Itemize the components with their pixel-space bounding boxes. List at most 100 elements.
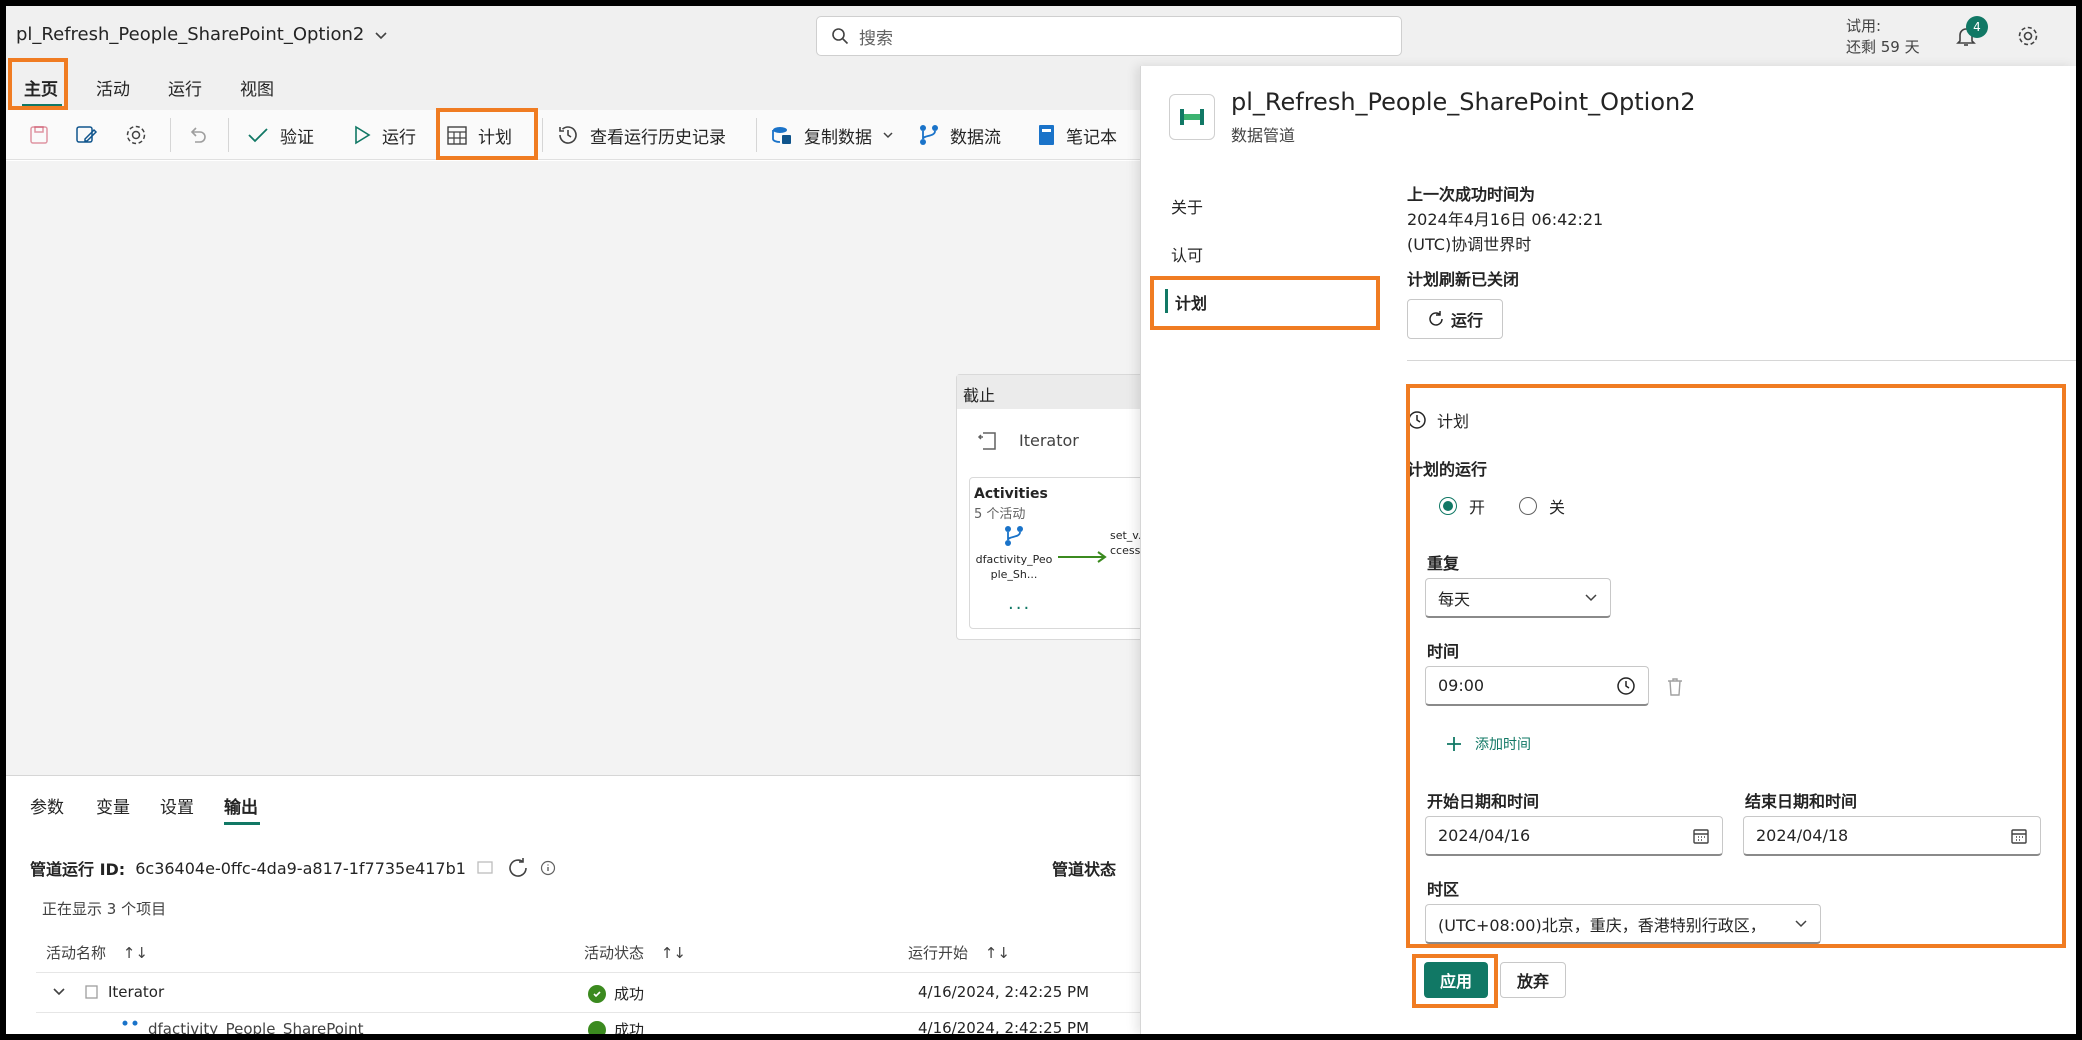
dataflow-icon — [920, 125, 938, 145]
sort-icon[interactable]: ↑↓ — [123, 944, 148, 962]
validate-button[interactable]: 验证 — [246, 120, 314, 150]
pipeline-status-label: 管道状态 — [1052, 860, 1117, 879]
toolbar-divider — [170, 118, 171, 152]
highlight-home-tab — [8, 58, 68, 110]
activity-name: dfactivity_People_SharePoint — [148, 1020, 364, 1038]
table-row[interactable]: dfactivity_People_SharePoint 成功 4/16/202… — [36, 1012, 1140, 1040]
checkmark-icon — [248, 128, 268, 143]
view-run-history-button[interactable]: 查看运行历史记录 — [556, 120, 726, 150]
search-placeholder: 搜索 — [859, 28, 893, 49]
notebook-button[interactable]: 笔记本 — [1036, 120, 1117, 150]
output-pane: 参数 变量 设置 输出 管道运行 ID: 6c36404e-0ffc-4da9-… — [6, 775, 1140, 1039]
highlight-schedule-button — [436, 108, 538, 160]
more-activities[interactable]: ··· — [1008, 598, 1031, 619]
top-bar: pl_Refresh_People_SharePoint_Option2 搜索 … — [6, 6, 2076, 66]
toolbar-divider — [228, 118, 229, 152]
column-header-run-start[interactable]: 运行开始 ↑↓ — [908, 942, 1010, 963]
last-success-label: 上一次成功时间为 — [1407, 185, 1536, 204]
run-start-cell: 4/16/2024, 2:42:25 PM — [918, 983, 1090, 1001]
run-now-button[interactable]: 运行 — [1407, 299, 1503, 339]
settings-icon — [126, 125, 146, 145]
dataflow-button[interactable]: 数据流 — [918, 120, 1001, 150]
run-id-label: 管道运行 ID: — [30, 860, 126, 879]
node-header: 截止 — [957, 375, 1155, 409]
save-icon — [30, 126, 48, 144]
toolbar-divider — [542, 118, 543, 152]
notebook-icon — [1039, 125, 1054, 145]
items-count: 正在显示 3 个项目 — [42, 900, 167, 918]
copy-data-label: 复制数据 — [804, 127, 872, 148]
play-icon — [355, 125, 371, 145]
activity-name: Iterator — [108, 983, 165, 1001]
run-label: 运行 — [382, 127, 416, 148]
copy-data-icon — [772, 127, 791, 144]
section-divider — [1407, 360, 2077, 361]
pipeline-run-id: 管道运行 ID: 6c36404e-0ffc-4da9-a817-1f7735e… — [30, 856, 556, 880]
column-label: 活动状态 — [584, 944, 645, 962]
app-title-text: pl_Refresh_People_SharePoint_Option2 — [16, 24, 365, 45]
run-button[interactable]: 运行 — [352, 120, 416, 150]
panel-title: pl_Refresh_People_SharePoint_Option2 — [1231, 88, 1696, 116]
view-run-history-label: 查看运行历史记录 — [590, 127, 726, 148]
node-label: Iterator — [1019, 430, 1079, 450]
inner-activities-box[interactable]: Activities 5 个活动 dfactivity_People_Sh...… — [969, 477, 1157, 629]
table-row[interactable]: Iterator 成功 4/16/2024, 2:42:25 PM — [36, 972, 1140, 1012]
notebook-label: 笔记本 — [1066, 127, 1117, 148]
sort-icon[interactable]: ↑↓ — [985, 944, 1010, 962]
highlight-schedule-form — [1406, 384, 2066, 948]
tab-activities[interactable]: 活动 — [96, 75, 130, 100]
success-icon — [588, 1020, 606, 1039]
tab-variables[interactable]: 变量 — [96, 793, 130, 818]
settings-button[interactable] — [124, 120, 148, 150]
tab-view[interactable]: 视图 — [240, 75, 274, 100]
success-icon — [588, 984, 606, 1003]
validate-label: 验证 — [280, 127, 314, 148]
last-success-date: 2024年4月16日 06:42:21 — [1407, 210, 1604, 229]
chevron-down-icon[interactable] — [52, 985, 66, 999]
column-header-activity-name[interactable]: 活动名称 ↑↓ — [46, 942, 148, 963]
activity-status: 成功 — [614, 1021, 645, 1039]
nav-about[interactable]: 关于 — [1171, 194, 1203, 218]
refresh-off-label: 计划刷新已关闭 — [1407, 270, 1520, 289]
run-now-label: 运行 — [1450, 311, 1483, 330]
tab-settings[interactable]: 设置 — [160, 793, 194, 818]
trial-days: 还剩 59 天 — [1846, 38, 1920, 56]
discard-button[interactable]: 放弃 — [1500, 962, 1566, 998]
pipeline-canvas[interactable]: 截止 Iterator Activities 5 个活动 dfactivity_… — [6, 161, 1157, 775]
toolbar: 验证 运行 计划 查看运行历史记录 复制数据 数据流 笔记本 — [6, 110, 1140, 160]
trial-status[interactable]: 试用: 还剩 59 天 — [1846, 16, 1920, 58]
highlight-schedule-nav — [1150, 276, 1380, 330]
copy-icon[interactable] — [476, 859, 496, 877]
info-icon[interactable] — [540, 860, 556, 876]
tab-run[interactable]: 运行 — [168, 75, 202, 100]
undo-button[interactable] — [186, 120, 208, 150]
search-box[interactable]: 搜索 — [816, 16, 1402, 56]
activity-status-cell: 成功 — [588, 983, 644, 1004]
inner-title: Activities — [974, 486, 1048, 502]
tab-parameters[interactable]: 参数 — [30, 793, 64, 818]
run-start-cell: 4/16/2024, 2:42:25 PM — [918, 1019, 1090, 1037]
save-as-button[interactable] — [74, 120, 98, 150]
activity1-label: dfactivity_People_Sh... — [975, 553, 1053, 581]
save-button[interactable] — [28, 120, 50, 150]
activity-status-cell: 成功 — [588, 1019, 644, 1040]
column-header-activity-status[interactable]: 活动状态 ↑↓ — [584, 942, 686, 963]
copy-data-button[interactable]: 复制数据 — [770, 120, 894, 150]
panel-subtitle: 数据管道 — [1231, 126, 1296, 145]
sort-icon[interactable]: ↑↓ — [661, 944, 686, 962]
foreach-activity-node[interactable]: 截止 Iterator Activities 5 个活动 dfactivity_… — [956, 374, 1157, 640]
column-label: 运行开始 — [908, 944, 969, 962]
app-title[interactable]: pl_Refresh_People_SharePoint_Option2 — [16, 24, 388, 45]
nav-endorsement[interactable]: 认可 — [1171, 242, 1203, 266]
toolbar-divider — [756, 118, 757, 152]
dataflow-label: 数据流 — [950, 127, 1001, 148]
column-label: 活动名称 — [46, 944, 107, 962]
dataflow-activity[interactable]: dfactivity_People_Sh... — [974, 524, 1054, 582]
notification-badge: 4 — [1966, 16, 1988, 38]
gear-icon[interactable] — [2016, 24, 2040, 48]
chevron-down-icon — [375, 31, 387, 39]
inner-subtitle: 5 个活动 — [974, 507, 1026, 522]
tab-output[interactable]: 输出 — [224, 793, 258, 818]
refresh-icon[interactable] — [506, 856, 530, 880]
trial-label: 试用: — [1846, 17, 1882, 35]
